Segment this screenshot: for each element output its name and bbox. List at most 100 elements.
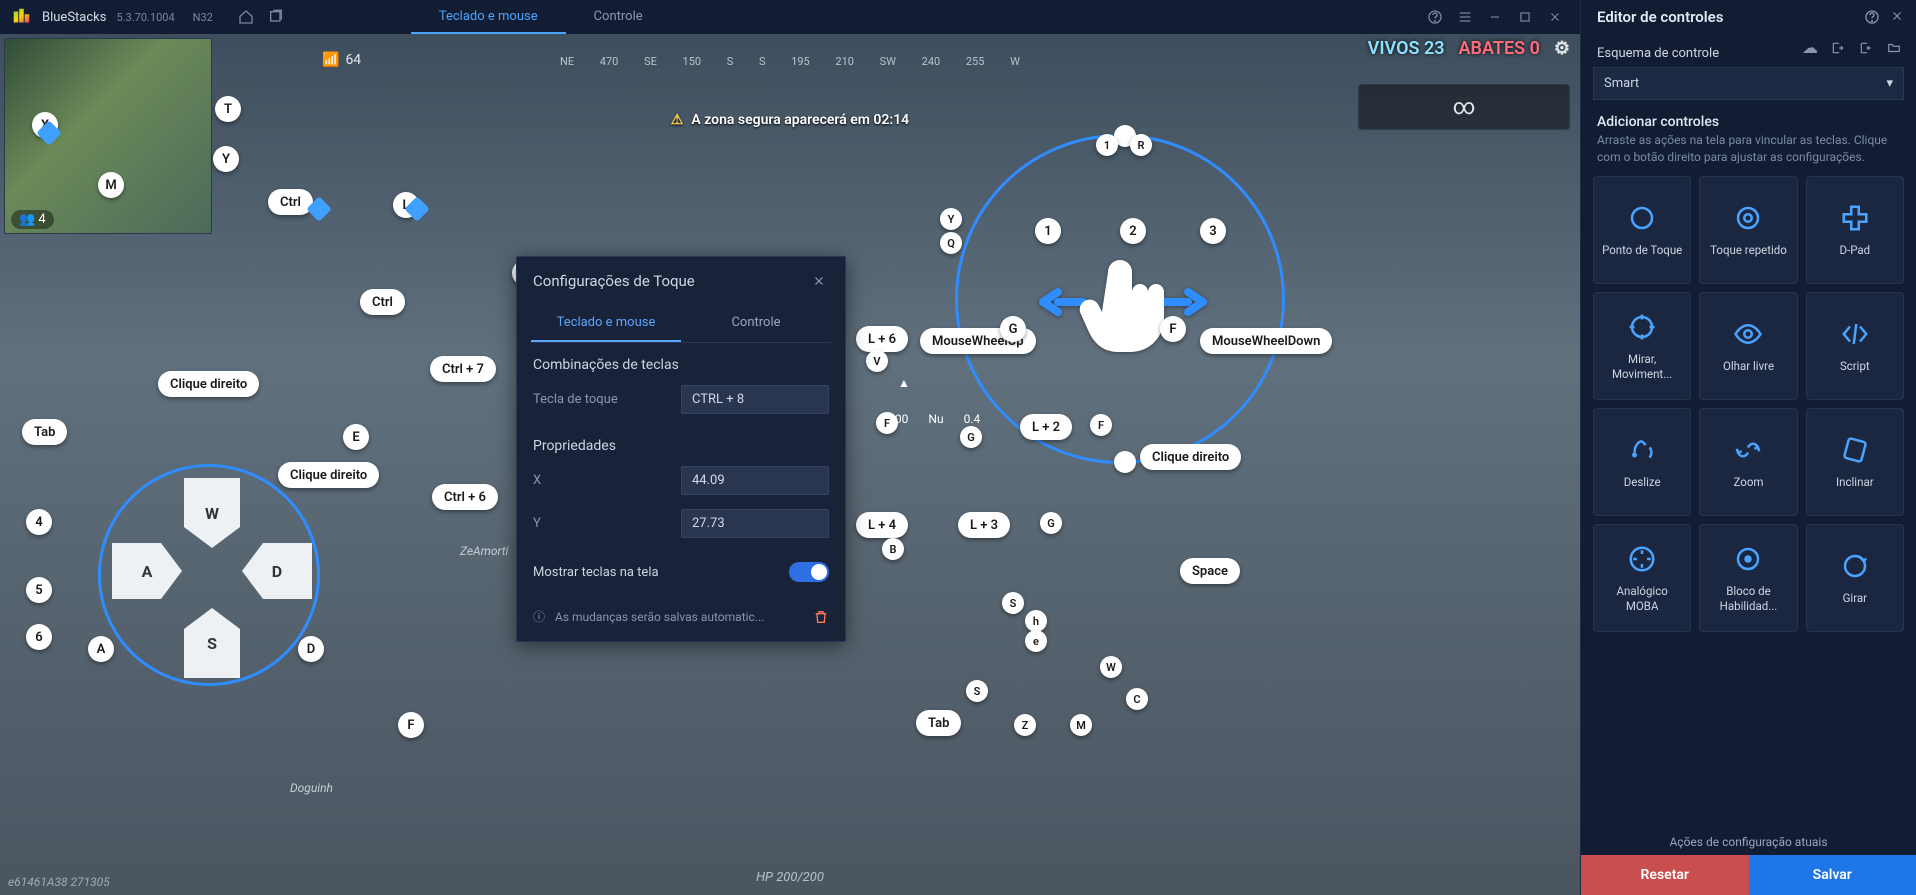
- control-dpad[interactable]: D-Pad: [1806, 176, 1904, 284]
- key-overlay[interactable]: Ctrl + 6: [432, 484, 498, 510]
- key-overlay[interactable]: F: [398, 712, 424, 738]
- control-skill-block[interactable]: Bloco de Habilidad...: [1699, 524, 1797, 632]
- key-overlay[interactable]: 6: [26, 624, 52, 650]
- show-keys-toggle[interactable]: [789, 562, 829, 582]
- key-input[interactable]: [681, 385, 829, 414]
- key-overlay[interactable]: h: [1025, 610, 1047, 632]
- dialog-tab-keyboard[interactable]: Teclado e mouse: [531, 305, 681, 342]
- cloud-sync-icon[interactable]: ☁: [1800, 38, 1820, 58]
- close-window-icon[interactable]: [1540, 2, 1570, 32]
- import-icon[interactable]: [1828, 38, 1848, 58]
- home-icon[interactable]: [231, 2, 261, 32]
- key-overlay[interactable]: Y: [940, 208, 962, 230]
- key-overlay[interactable]: Ctrl + 7: [430, 356, 496, 382]
- minimap[interactable]: 👥 4: [4, 38, 212, 234]
- key-overlay[interactable]: 5: [26, 577, 52, 603]
- gear-icon[interactable]: ⚙: [1554, 38, 1570, 59]
- control-aim[interactable]: Mirar, Moviment...: [1593, 292, 1691, 400]
- key-overlay[interactable]: R: [1130, 134, 1152, 156]
- key-overlay[interactable]: Ctrl: [268, 189, 313, 215]
- key-overlay[interactable]: Y: [213, 146, 239, 172]
- control-tilt[interactable]: Inclinar: [1806, 408, 1904, 516]
- key-overlay[interactable]: L + 3: [958, 512, 1010, 538]
- key-overlay[interactable]: M: [98, 172, 124, 198]
- tab-keyboard-mouse[interactable]: Teclado e mouse: [411, 0, 566, 34]
- game-viewport[interactable]: 👥 4 📶 64 NE470SE150SS195210SW240255W ⚠A …: [0, 34, 1580, 895]
- control-zoom[interactable]: Zoom: [1699, 408, 1797, 516]
- x-input[interactable]: [681, 466, 829, 495]
- key-overlay[interactable]: Clique direito: [158, 371, 259, 397]
- dpad-right[interactable]: D: [242, 543, 312, 599]
- key-overlay[interactable]: Ctrl: [360, 289, 405, 315]
- tab-controller[interactable]: Controle: [566, 0, 671, 34]
- save-button[interactable]: Salvar: [1749, 855, 1916, 895]
- swipe-handle-bottom[interactable]: [1114, 451, 1136, 473]
- key-overlay[interactable]: e: [1025, 630, 1047, 652]
- key-overlay[interactable]: L + 4: [856, 512, 908, 538]
- key-overlay[interactable]: Clique direito: [278, 462, 379, 488]
- control-label: Ponto de Toque: [1596, 243, 1688, 257]
- control-script[interactable]: Script: [1806, 292, 1904, 400]
- key-overlay[interactable]: L + 2: [1020, 414, 1072, 440]
- key-overlay[interactable]: Z: [1014, 714, 1036, 736]
- key-overlay[interactable]: L + 6: [856, 326, 908, 352]
- minimize-icon[interactable]: [1480, 2, 1510, 32]
- key-overlay[interactable]: Tab: [916, 710, 961, 736]
- key-overlay[interactable]: S: [966, 680, 988, 702]
- key-overlay[interactable]: E: [343, 424, 369, 450]
- key-overlay[interactable]: 1: [1096, 134, 1118, 156]
- key-overlay[interactable]: C: [1126, 688, 1148, 710]
- control-rotate[interactable]: Girar: [1806, 524, 1904, 632]
- close-icon[interactable]: [809, 271, 829, 291]
- dpad-left[interactable]: A: [112, 543, 182, 599]
- key-overlay[interactable]: Clique direito: [1140, 444, 1241, 470]
- close-panel-icon[interactable]: [1890, 9, 1904, 25]
- swipe-circle[interactable]: [955, 134, 1285, 464]
- key-overlay[interactable]: T: [215, 96, 241, 122]
- key-overlay[interactable]: M: [1070, 714, 1092, 736]
- key-overlay[interactable]: Space: [1180, 558, 1240, 584]
- control-moba[interactable]: Analógico MOBA: [1593, 524, 1691, 632]
- key-overlay[interactable]: B: [882, 538, 904, 560]
- control-tap-spot[interactable]: Ponto de Toque: [1593, 176, 1691, 284]
- key-overlay[interactable]: F: [876, 412, 898, 434]
- key-overlay[interactable]: 1: [1035, 218, 1061, 244]
- key-overlay[interactable]: D: [298, 636, 324, 662]
- scheme-select[interactable]: Smart ▾: [1593, 67, 1904, 100]
- reset-button[interactable]: Resetar: [1581, 855, 1749, 895]
- y-input[interactable]: [681, 509, 829, 538]
- key-overlay[interactable]: 4: [26, 509, 52, 535]
- menu-icon[interactable]: [1450, 2, 1480, 32]
- key-overlay[interactable]: F: [1090, 414, 1112, 436]
- dpad-up[interactable]: W: [184, 478, 240, 548]
- touch-settings-dialog: Configurações de Toque Teclado e mouse C…: [516, 256, 846, 642]
- key-overlay[interactable]: A: [88, 636, 114, 662]
- dpad-down[interactable]: S: [184, 608, 240, 678]
- key-overlay[interactable]: Q: [940, 232, 962, 254]
- key-overlay[interactable]: Tab: [22, 419, 67, 445]
- key-overlay[interactable]: S: [1002, 592, 1024, 614]
- delete-icon[interactable]: [813, 609, 829, 625]
- export-icon[interactable]: [1856, 38, 1876, 58]
- key-overlay[interactable]: 3: [1200, 218, 1226, 244]
- key-overlay[interactable]: 2: [1120, 218, 1146, 244]
- control-free-look[interactable]: Olhar livre: [1699, 292, 1797, 400]
- control-repeated-tap[interactable]: Toque repetido: [1699, 176, 1797, 284]
- folder-icon[interactable]: [1884, 38, 1904, 58]
- control-swipe[interactable]: Deslize: [1593, 408, 1691, 516]
- panel-help-icon[interactable]: [1864, 9, 1880, 25]
- dialog-tab-controller[interactable]: Controle: [681, 305, 831, 342]
- key-overlay[interactable]: MouseWheelDown: [1200, 328, 1332, 354]
- key-overlay[interactable]: G: [1000, 316, 1026, 342]
- key-overlay[interactable]: F: [1160, 316, 1186, 342]
- key-overlay[interactable]: G: [960, 426, 982, 448]
- library-icon[interactable]: [261, 2, 291, 32]
- help-icon[interactable]: [1420, 2, 1450, 32]
- key-overlay[interactable]: W: [1100, 656, 1122, 678]
- dialog-title: Configurações de Toque: [533, 272, 695, 290]
- dpad-circle[interactable]: W S A D: [98, 464, 320, 686]
- maximize-icon[interactable]: [1510, 2, 1540, 32]
- key-overlay[interactable]: G: [1040, 512, 1062, 534]
- key-overlay[interactable]: V: [866, 350, 888, 372]
- kills-counter: ABATES 0: [1459, 38, 1540, 59]
